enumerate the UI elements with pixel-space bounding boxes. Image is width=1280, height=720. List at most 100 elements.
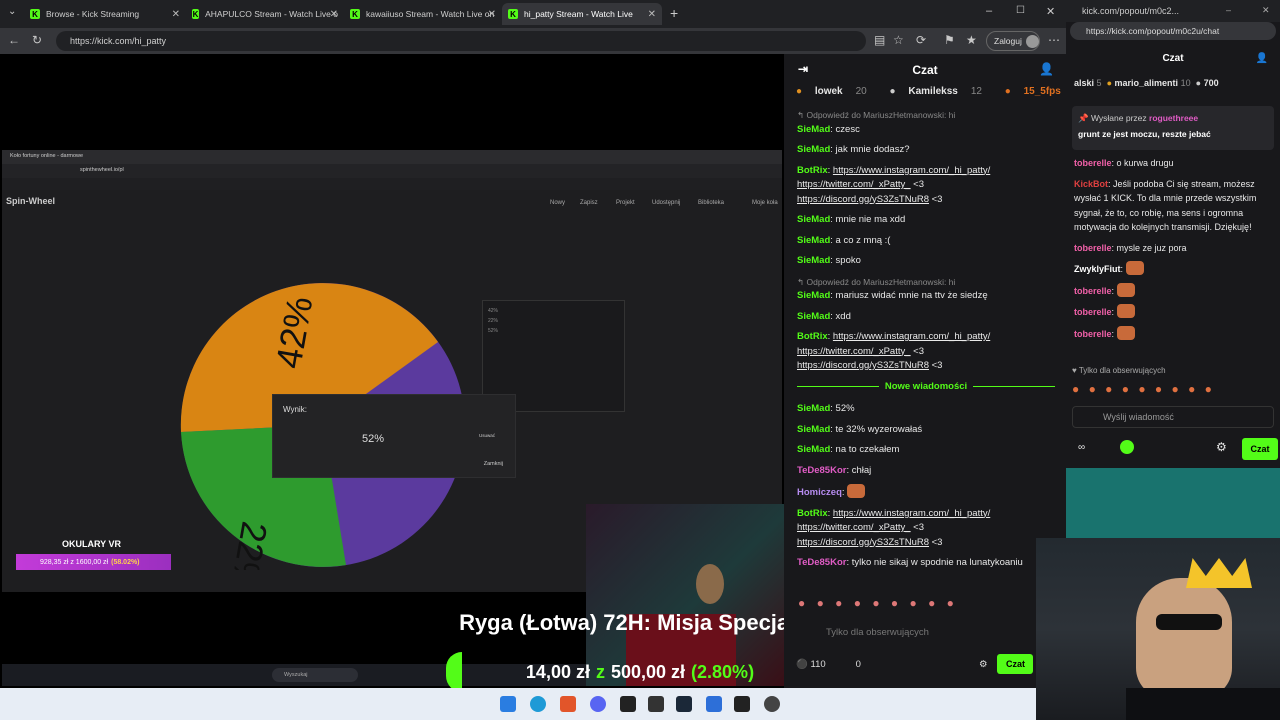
menu-dots-icon[interactable]: ⋯ — [1048, 33, 1060, 47]
chat-username[interactable]: Homiczeq — [797, 487, 842, 498]
window-close-icon[interactable]: ✕ — [1262, 5, 1270, 16]
edge-icon[interactable] — [530, 696, 546, 712]
login-button[interactable]: Zaloguj — [986, 31, 1040, 51]
reply-reference[interactable]: ↰ Odpowiedź do MariuszHetmanowski: hi — [797, 275, 1055, 290]
chat-link[interactable]: https://www.instagram.com/_hi_patty/ — [833, 165, 990, 176]
chat-username[interactable]: SieMad — [797, 235, 830, 246]
url-field[interactable]: https://kick.com/hi_patty — [56, 31, 866, 51]
chat-username[interactable]: SieMad — [797, 311, 830, 322]
gifter[interactable]: ● 15_5fps11 — [1005, 86, 1066, 97]
chat-link[interactable]: https://discord.gg/yS3ZsTNuR8 — [797, 537, 929, 548]
favorites-icon[interactable]: ⚑ — [944, 33, 955, 47]
amount-current: 14,00 zł — [525, 661, 590, 682]
chat-username[interactable]: TeDe85Kor — [797, 557, 846, 568]
windows-start-icon[interactable] — [500, 696, 516, 712]
chat-link[interactable]: https://twitter.com/_xPatty_ — [797, 522, 911, 533]
chat-send-button[interactable]: Czat — [997, 654, 1034, 674]
maximize-icon[interactable]: ☐ — [1016, 5, 1025, 16]
reply-reference[interactable]: ↰ Odpowiedź do MariuszHetmanowski: hi — [797, 108, 1055, 123]
chat-username[interactable]: toberelle — [1074, 158, 1112, 168]
chat-link[interactable]: https://twitter.com/_xPatty_ — [797, 179, 911, 190]
chat-username[interactable]: SieMad — [797, 290, 830, 301]
user-settings-icon[interactable]: 👤 — [1256, 48, 1268, 70]
close-icon[interactable]: ✕ — [648, 9, 656, 20]
gifter[interactable]: ● lowek 20 — [796, 86, 877, 97]
video-player[interactable]: Koło fortuny online - darmowe spinthewhe… — [0, 54, 784, 688]
menu-my-wheels: Moje koła — [752, 200, 778, 206]
extensions-icon[interactable]: ⟳ — [916, 33, 926, 47]
close-icon[interactable]: ✕ — [172, 9, 180, 20]
chat-username[interactable]: SieMad — [797, 144, 830, 155]
bookmark-star-icon[interactable]: ☆ — [893, 33, 904, 47]
followers-only-note: ♥ Tylko dla obserwujących — [1072, 366, 1166, 375]
popout-url-field[interactable]: https://kick.com/popout/m0c2u/chat — [1070, 22, 1276, 40]
settings-gear-icon[interactable]: ⚙ — [979, 659, 988, 670]
gifter[interactable]: ● Kamilekss 12 — [890, 86, 992, 97]
discord-icon[interactable] — [590, 696, 606, 712]
chat-message: Homiczeq: — [797, 484, 1055, 501]
chat-username[interactable]: toberelle — [1074, 286, 1112, 296]
chat-message: SieMad: spoko — [797, 255, 861, 266]
chat-username[interactable]: toberelle — [1074, 329, 1112, 339]
menu-project: Projekt — [616, 200, 635, 206]
tab-ahapulco[interactable]: K AHAPULCO Stream - Watch Live o ✕ — [186, 3, 344, 25]
chat-username[interactable]: toberelle — [1074, 243, 1112, 253]
window-close-icon[interactable]: ✕ — [1046, 5, 1055, 18]
user-settings-icon[interactable]: 👤 — [1039, 62, 1054, 76]
chat-username[interactable]: KickBot — [1074, 179, 1108, 189]
close-icon[interactable]: ✕ — [488, 9, 496, 20]
new-messages-divider: Nowe wiadomości — [791, 380, 1061, 395]
minimize-icon[interactable]: – — [986, 5, 992, 17]
new-tab-icon[interactable]: + — [670, 5, 678, 21]
chat-username[interactable]: BotRix — [797, 331, 828, 342]
chat-username[interactable]: SieMad — [797, 403, 830, 414]
chat-username[interactable]: TeDe85Kor — [797, 465, 846, 476]
app-icon[interactable] — [734, 696, 750, 712]
reload-icon[interactable]: ↻ — [32, 33, 42, 47]
settings-gear-icon[interactable]: ⚙ — [1216, 440, 1227, 454]
infinity-icon: ∞ — [1078, 442, 1086, 453]
pin-icon: 📌 — [1078, 113, 1089, 123]
collections-icon[interactable]: ★ — [966, 33, 977, 47]
chat-footer: ⚫ 110 0 ⚙ Czat — [796, 654, 1066, 674]
chat-username[interactable]: SieMad — [797, 124, 830, 135]
app-icon[interactable] — [620, 696, 636, 712]
reader-icon[interactable]: ▤ — [874, 33, 885, 47]
chat-username[interactable]: SieMad — [797, 255, 830, 266]
epic-games-icon[interactable] — [648, 696, 664, 712]
popout-chat-input[interactable]: Wyślij wiadomość — [1072, 406, 1274, 428]
tab-hi-patty[interactable]: Khi_patty Stream - Watch Live ✕ — [502, 3, 662, 25]
tab-kawaiiuso[interactable]: Kkawaiiuso Stream - Watch Live on ✕ — [344, 3, 502, 25]
app-icon[interactable] — [706, 696, 722, 712]
chat-username[interactable]: SieMad — [797, 444, 830, 455]
obs-icon[interactable] — [764, 696, 780, 712]
chat-username[interactable]: BotRix — [797, 508, 828, 519]
chat-username[interactable]: BotRix — [797, 165, 828, 176]
collapse-chat-icon[interactable]: ⇥ — [798, 62, 808, 76]
tab-title: hi_patty Stream - Watch Live — [524, 9, 633, 19]
minimize-icon[interactable]: – — [1226, 5, 1231, 15]
chat-message: SieMad: te 32% wyzerowałaś — [797, 423, 923, 435]
tab-search-icon[interactable]: ⌄ — [8, 6, 16, 17]
chat-username[interactable]: toberelle — [1074, 307, 1112, 317]
chat-link[interactable]: https://twitter.com/_xPatty_ — [797, 346, 911, 357]
tab-browse[interactable]: K Browse - Kick Streaming ✕ — [24, 3, 186, 25]
back-icon[interactable]: ← — [8, 33, 20, 47]
chat-link[interactable]: https://www.instagram.com/_hi_patty/ — [833, 508, 990, 519]
steam-icon[interactable] — [676, 696, 692, 712]
chat-input[interactable]: Tylko dla obserwujących — [796, 620, 1046, 644]
crown-icon — [1186, 558, 1252, 588]
chat-link[interactable]: https://discord.gg/yS3ZsTNuR8 — [797, 194, 929, 205]
chat-link[interactable]: https://www.instagram.com/_hi_patty/ — [833, 331, 990, 342]
chat-username[interactable]: SieMad — [797, 424, 830, 435]
kick-coin-icon[interactable] — [1120, 440, 1134, 454]
popout-title-bar: kick.com/popout/m0c2... – ✕ — [1066, 0, 1280, 22]
close-icon[interactable]: ✕ — [330, 9, 338, 20]
viewers-icon: ⚫ — [796, 658, 808, 670]
chat-username[interactable]: ZwyklyFiut — [1074, 264, 1121, 274]
popout-send-button[interactable]: Czat — [1242, 438, 1278, 460]
chat-username[interactable]: SieMad — [797, 214, 830, 225]
chat-message: toberelle: — [1074, 304, 1272, 320]
chat-link[interactable]: https://discord.gg/yS3ZsTNuR8 — [797, 360, 929, 371]
brave-icon[interactable] — [560, 696, 576, 712]
